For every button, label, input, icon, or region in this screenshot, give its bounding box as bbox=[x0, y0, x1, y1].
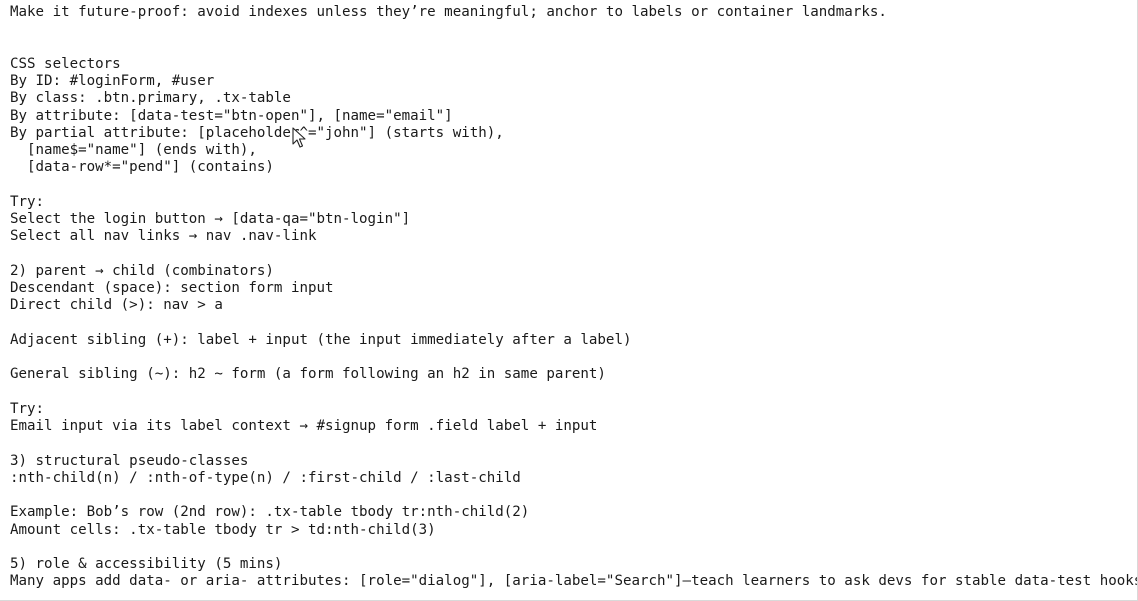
document-text[interactable]: Make it future-proof: avoid indexes unle… bbox=[10, 4, 1138, 591]
text-line bbox=[10, 315, 1137, 332]
text-line bbox=[10, 487, 1137, 504]
text-line: Descendant (space): section form input bbox=[10, 280, 334, 296]
text-line bbox=[10, 435, 1137, 452]
text-document[interactable]: Make it future-proof: avoid indexes unle… bbox=[0, 0, 1138, 601]
text-line: Amount cells: .tx-table tbody tr > td:nt… bbox=[10, 521, 436, 538]
text-line: By attribute: [data-test="btn-open"], [n… bbox=[10, 107, 453, 124]
text-line: Example: Bob’s row (2nd row): .tx-table … bbox=[10, 504, 530, 521]
text-line: Try: bbox=[10, 400, 45, 417]
text-line bbox=[10, 539, 1137, 556]
text-line: Adjacent sibling (+): label + input (the… bbox=[10, 331, 632, 348]
text-line: 2) parent → child (combinators) bbox=[10, 262, 274, 279]
text-line: Select the login button → [data-qa="btn-… bbox=[10, 211, 411, 227]
text-line: Email input via its label context → #sig… bbox=[10, 418, 598, 434]
text-line: :nth-child(n) / :nth-of-type(n) / :first… bbox=[10, 469, 521, 486]
text-line bbox=[10, 21, 1137, 38]
text-line: Direct child (>): nav > a bbox=[10, 297, 223, 314]
text-line: Try: bbox=[10, 193, 45, 210]
text-line bbox=[10, 384, 1137, 401]
text-line: General sibling (~): h2 ~ form (a form f… bbox=[10, 366, 606, 383]
text-line bbox=[10, 349, 1137, 366]
text-line: Make it future-proof: avoid indexes unle… bbox=[10, 4, 887, 20]
text-line bbox=[10, 177, 1137, 194]
text-line bbox=[10, 39, 1137, 56]
mouse-pointer-icon bbox=[292, 127, 306, 148]
text-line: Select all nav links → nav .nav-link bbox=[10, 228, 317, 245]
text-line: 5) role & accessibility (5 mins) bbox=[10, 556, 283, 572]
text-line: Many apps add data- or aria- attributes:… bbox=[10, 573, 1138, 590]
text-line: By class: .btn.primary, .tx-table bbox=[10, 90, 291, 107]
text-line: By partial attribute: [placeholder^="joh… bbox=[10, 124, 504, 141]
text-line: 3) structural pseudo-classes bbox=[10, 452, 249, 469]
text-line: CSS selectors bbox=[10, 55, 121, 72]
text-line: [name$="name"] (ends with), bbox=[10, 142, 257, 158]
text-line: [data-row*="pend"] (contains) bbox=[10, 159, 274, 176]
text-line: By ID: #loginForm, #user bbox=[10, 73, 215, 89]
text-line bbox=[10, 246, 1137, 263]
